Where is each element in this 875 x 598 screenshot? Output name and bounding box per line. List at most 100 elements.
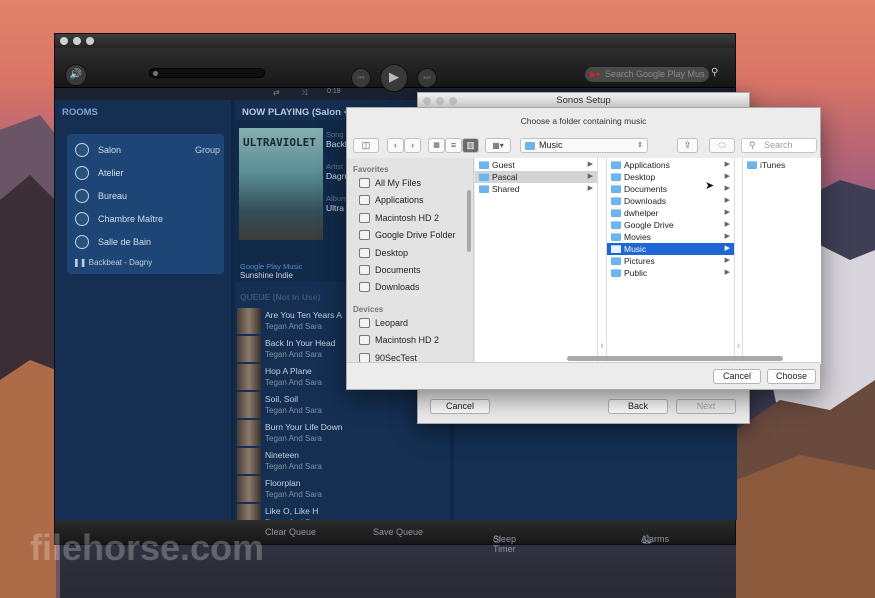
- browser-column-music: iTunes: [743, 158, 821, 364]
- room-bureau[interactable]: Bureau: [75, 188, 127, 204]
- shuffle-icon[interactable]: ⤨: [301, 88, 307, 98]
- column-resize-handle[interactable]: ‖: [598, 158, 607, 364]
- folder-name: Movies: [624, 232, 651, 242]
- sidebar-item-label: Downloads: [375, 282, 420, 293]
- folder-row[interactable]: Music ▶: [607, 243, 734, 255]
- room-label: Atelier: [98, 168, 124, 178]
- music-search-input[interactable]: ▶▾ Search Google Play Mus: [585, 67, 709, 82]
- back-arrow-icon[interactable]: ‹: [387, 138, 404, 153]
- clear-queue-button[interactable]: Clear Queue: [265, 527, 316, 537]
- track-album: Ultra: [326, 203, 344, 213]
- setup-cancel-button[interactable]: Cancel: [430, 399, 490, 414]
- zoom-window-button[interactable]: [86, 37, 94, 45]
- sidebar-item[interactable]: Desktop: [359, 247, 408, 260]
- volume-icon[interactable]: 🔊: [65, 64, 87, 86]
- track-field-label: Song: [326, 130, 344, 139]
- chooser-choose-button[interactable]: Choose: [767, 369, 816, 384]
- track-field-label: Album: [326, 194, 348, 203]
- arrange-menu-icon[interactable]: ▦▾: [485, 138, 511, 153]
- sidebar-item-label: Documents: [375, 265, 421, 275]
- sidebar-item[interactable]: Leopard: [359, 317, 408, 330]
- queue-item[interactable]: Are You Ten Years A Tegan And Sara: [265, 310, 342, 332]
- queue-item[interactable]: Nineteen Tegan And Sara: [265, 450, 322, 472]
- chooser-cancel-button[interactable]: Cancel: [713, 369, 761, 384]
- queue-item[interactable]: Back In Your Head Tegan And Sara: [265, 338, 335, 360]
- sidebar-toggle-icon[interactable]: ◫: [353, 138, 379, 153]
- queue-item-title: Hop A Plane: [265, 366, 312, 376]
- sidebar-item[interactable]: Google Drive Folder: [359, 229, 456, 242]
- folder-row[interactable]: Movies ▶: [607, 231, 734, 243]
- sidebar-item[interactable]: Macintosh HD 2: [359, 334, 439, 347]
- minimize-window-button[interactable]: [436, 97, 444, 105]
- zoom-window-button[interactable]: [449, 97, 457, 105]
- folder-name: iTunes: [760, 160, 786, 170]
- location-popup[interactable]: Music ⇕: [520, 138, 648, 153]
- elapsed-time: 0:18: [327, 88, 341, 95]
- setup-next-button[interactable]: Next: [676, 399, 736, 414]
- queue-item-artist: Tegan And Sara: [265, 350, 322, 359]
- queue-item-artist: Tegan And Sara: [265, 462, 322, 471]
- location-current: Music: [539, 140, 563, 150]
- queue-item[interactable]: Hop A Plane Tegan And Sara: [265, 366, 322, 388]
- folder-row[interactable]: Pascal ▶: [475, 171, 597, 183]
- folder-row[interactable]: Guest ▶: [475, 159, 597, 171]
- chooser-search-input[interactable]: ⚲ Search: [741, 138, 817, 153]
- queue-album-thumb: [237, 420, 261, 446]
- folder-row[interactable]: iTunes: [743, 159, 821, 171]
- sidebar-item[interactable]: All My Files: [359, 177, 421, 190]
- volume-slider[interactable]: [149, 68, 265, 78]
- room-salle-de-bain[interactable]: Salle de Bain: [75, 234, 151, 250]
- play-button[interactable]: ▶: [380, 64, 408, 92]
- folder-row[interactable]: Downloads ▶: [607, 195, 734, 207]
- column-resize-handle[interactable]: ‖: [735, 158, 743, 364]
- column-view-icon[interactable]: ▥: [462, 138, 479, 153]
- folder-row[interactable]: dwhelper ▶: [607, 207, 734, 219]
- browser-column-home: Applications ▶ Desktop ▶ Documents ▶ Downloads…: [607, 158, 735, 364]
- track-field-label: Artist: [326, 162, 344, 171]
- folder-row[interactable]: Public ▶: [607, 267, 734, 279]
- volume-knob[interactable]: [153, 71, 158, 76]
- sidebar-item[interactable]: Downloads: [359, 281, 420, 294]
- tag-icon[interactable]: ⬭: [709, 138, 735, 153]
- folder-row[interactable]: Shared ▶: [475, 183, 597, 195]
- repeat-icon[interactable]: ⇄: [273, 88, 280, 97]
- queue-album-thumb: [237, 308, 261, 334]
- previous-track-button[interactable]: ⏮: [351, 68, 371, 88]
- setup-back-button[interactable]: Back: [608, 399, 668, 414]
- save-queue-button[interactable]: Save Queue: [373, 527, 423, 537]
- share-icon[interactable]: ⇪: [677, 138, 698, 153]
- column-browser: Guest ▶ Pascal ▶ Shared ▶ Applications ▶ Deskto…: [475, 158, 821, 364]
- chooser-search-placeholder: Search: [764, 140, 793, 150]
- close-window-button[interactable]: [423, 97, 431, 105]
- next-track-button[interactable]: ⏭: [417, 68, 437, 88]
- folder-row[interactable]: Documents ▶: [607, 183, 734, 195]
- folder-row[interactable]: Applications ▶: [607, 159, 734, 171]
- folder-name: Shared: [492, 184, 520, 194]
- list-view-icon[interactable]: ≡: [445, 138, 462, 153]
- queue-item[interactable]: Burn Your Life Down Tegan And Sara: [265, 422, 343, 444]
- search-icon[interactable]: ⚲: [711, 67, 718, 78]
- folder-row[interactable]: Desktop ▶: [607, 171, 734, 183]
- close-window-button[interactable]: [60, 37, 68, 45]
- room-chambre[interactable]: Chambre Maître: [75, 211, 163, 227]
- folder-name: Pascal: [492, 172, 518, 182]
- group-button[interactable]: Group: [195, 142, 220, 158]
- sidebar-item[interactable]: Applications: [359, 194, 424, 207]
- folder-icon: [611, 161, 621, 169]
- horizontal-scrollbar[interactable]: [567, 356, 783, 361]
- sidebar-scrollbar[interactable]: [467, 190, 471, 252]
- queue-album-thumb: [237, 364, 261, 390]
- sidebar-item[interactable]: Documents: [359, 264, 421, 277]
- sidebar-item[interactable]: Macintosh HD 2: [359, 212, 439, 225]
- forward-arrow-icon[interactable]: ›: [404, 138, 421, 153]
- folder-row[interactable]: Google Drive ▶: [607, 219, 734, 231]
- queue-item[interactable]: Floorplan Tegan And Sara: [265, 478, 322, 500]
- minimize-window-button[interactable]: [73, 37, 81, 45]
- room-salon[interactable]: Salon Group: [75, 142, 220, 158]
- queue-item[interactable]: Soil, Soil Tegan And Sara: [265, 394, 322, 416]
- disclosure-arrow-icon: ▶: [724, 197, 730, 204]
- sidebar-item-icon: [359, 178, 370, 188]
- folder-row[interactable]: Pictures ▶: [607, 255, 734, 267]
- icon-view-icon[interactable]: ▦: [428, 138, 445, 153]
- room-atelier[interactable]: Atelier: [75, 165, 124, 181]
